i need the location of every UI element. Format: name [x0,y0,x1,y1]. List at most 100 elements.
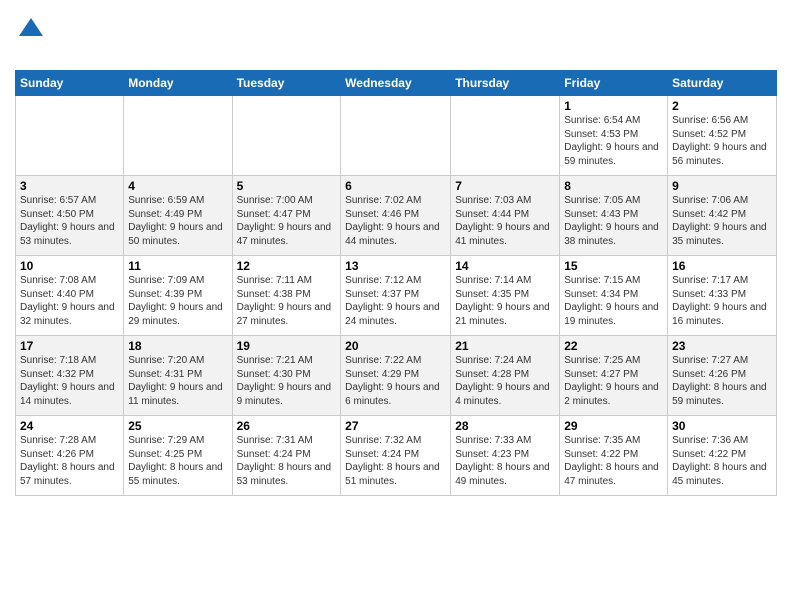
calendar-cell [341,96,451,176]
weekday-header-monday: Monday [124,71,232,96]
day-number: 12 [237,259,337,273]
day-info: Sunrise: 7:00 AM Sunset: 4:47 PM Dayligh… [237,194,337,248]
day-number: 25 [128,419,227,433]
calendar-cell: 21Sunrise: 7:24 AM Sunset: 4:28 PM Dayli… [451,336,560,416]
day-info: Sunrise: 6:57 AM Sunset: 4:50 PM Dayligh… [20,194,119,248]
calendar-week-1: 1Sunrise: 6:54 AM Sunset: 4:53 PM Daylig… [16,96,777,176]
day-number: 23 [672,339,772,353]
day-number: 1 [564,99,663,113]
weekday-header-thursday: Thursday [451,71,560,96]
calendar-cell: 17Sunrise: 7:18 AM Sunset: 4:32 PM Dayli… [16,336,124,416]
day-number: 28 [455,419,555,433]
calendar-cell: 18Sunrise: 7:20 AM Sunset: 4:31 PM Dayli… [124,336,232,416]
calendar-cell: 14Sunrise: 7:14 AM Sunset: 4:35 PM Dayli… [451,256,560,336]
day-number: 18 [128,339,227,353]
calendar-cell: 1Sunrise: 6:54 AM Sunset: 4:53 PM Daylig… [560,96,668,176]
day-info: Sunrise: 7:11 AM Sunset: 4:38 PM Dayligh… [237,274,337,328]
day-info: Sunrise: 7:08 AM Sunset: 4:40 PM Dayligh… [20,274,119,328]
day-number: 21 [455,339,555,353]
day-number: 14 [455,259,555,273]
calendar-cell: 25Sunrise: 7:29 AM Sunset: 4:25 PM Dayli… [124,416,232,496]
calendar-cell: 24Sunrise: 7:28 AM Sunset: 4:26 PM Dayli… [16,416,124,496]
calendar-cell: 23Sunrise: 7:27 AM Sunset: 4:26 PM Dayli… [668,336,777,416]
day-info: Sunrise: 7:33 AM Sunset: 4:23 PM Dayligh… [455,434,555,488]
calendar-cell [232,96,341,176]
day-info: Sunrise: 7:25 AM Sunset: 4:27 PM Dayligh… [564,354,663,408]
day-number: 26 [237,419,337,433]
day-number: 8 [564,179,663,193]
day-number: 6 [345,179,446,193]
day-number: 27 [345,419,446,433]
calendar-cell: 16Sunrise: 7:17 AM Sunset: 4:33 PM Dayli… [668,256,777,336]
day-info: Sunrise: 7:24 AM Sunset: 4:28 PM Dayligh… [455,354,555,408]
day-number: 4 [128,179,227,193]
calendar-cell: 20Sunrise: 7:22 AM Sunset: 4:29 PM Dayli… [341,336,451,416]
day-info: Sunrise: 7:02 AM Sunset: 4:46 PM Dayligh… [345,194,446,248]
day-info: Sunrise: 7:21 AM Sunset: 4:30 PM Dayligh… [237,354,337,408]
day-info: Sunrise: 7:17 AM Sunset: 4:33 PM Dayligh… [672,274,772,328]
day-info: Sunrise: 6:56 AM Sunset: 4:52 PM Dayligh… [672,114,772,168]
day-number: 16 [672,259,772,273]
calendar-cell: 22Sunrise: 7:25 AM Sunset: 4:27 PM Dayli… [560,336,668,416]
calendar-cell: 19Sunrise: 7:21 AM Sunset: 4:30 PM Dayli… [232,336,341,416]
calendar-cell: 8Sunrise: 7:05 AM Sunset: 4:43 PM Daylig… [560,176,668,256]
day-info: Sunrise: 7:20 AM Sunset: 4:31 PM Dayligh… [128,354,227,408]
calendar-cell: 11Sunrise: 7:09 AM Sunset: 4:39 PM Dayli… [124,256,232,336]
day-number: 20 [345,339,446,353]
day-info: Sunrise: 7:35 AM Sunset: 4:22 PM Dayligh… [564,434,663,488]
calendar-cell: 7Sunrise: 7:03 AM Sunset: 4:44 PM Daylig… [451,176,560,256]
day-info: Sunrise: 7:03 AM Sunset: 4:44 PM Dayligh… [455,194,555,248]
day-info: Sunrise: 7:29 AM Sunset: 4:25 PM Dayligh… [128,434,227,488]
header [15,10,777,64]
day-info: Sunrise: 7:27 AM Sunset: 4:26 PM Dayligh… [672,354,772,408]
day-number: 15 [564,259,663,273]
day-info: Sunrise: 7:31 AM Sunset: 4:24 PM Dayligh… [237,434,337,488]
day-number: 17 [20,339,119,353]
calendar-cell: 26Sunrise: 7:31 AM Sunset: 4:24 PM Dayli… [232,416,341,496]
day-number: 2 [672,99,772,113]
weekday-header-friday: Friday [560,71,668,96]
calendar-week-4: 17Sunrise: 7:18 AM Sunset: 4:32 PM Dayli… [16,336,777,416]
calendar-cell: 10Sunrise: 7:08 AM Sunset: 4:40 PM Dayli… [16,256,124,336]
day-number: 9 [672,179,772,193]
calendar-cell: 4Sunrise: 6:59 AM Sunset: 4:49 PM Daylig… [124,176,232,256]
day-number: 7 [455,179,555,193]
day-info: Sunrise: 7:18 AM Sunset: 4:32 PM Dayligh… [20,354,119,408]
calendar-table: SundayMondayTuesdayWednesdayThursdayFrid… [15,70,777,496]
day-number: 30 [672,419,772,433]
calendar-cell: 3Sunrise: 6:57 AM Sunset: 4:50 PM Daylig… [16,176,124,256]
day-info: Sunrise: 7:06 AM Sunset: 4:42 PM Dayligh… [672,194,772,248]
calendar-cell: 13Sunrise: 7:12 AM Sunset: 4:37 PM Dayli… [341,256,451,336]
day-info: Sunrise: 7:12 AM Sunset: 4:37 PM Dayligh… [345,274,446,328]
calendar-cell: 30Sunrise: 7:36 AM Sunset: 4:22 PM Dayli… [668,416,777,496]
calendar-week-3: 10Sunrise: 7:08 AM Sunset: 4:40 PM Dayli… [16,256,777,336]
day-info: Sunrise: 7:28 AM Sunset: 4:26 PM Dayligh… [20,434,119,488]
weekday-header-wednesday: Wednesday [341,71,451,96]
calendar-header-row: SundayMondayTuesdayWednesdayThursdayFrid… [16,71,777,96]
day-info: Sunrise: 6:54 AM Sunset: 4:53 PM Dayligh… [564,114,663,168]
calendar-cell: 12Sunrise: 7:11 AM Sunset: 4:38 PM Dayli… [232,256,341,336]
day-number: 19 [237,339,337,353]
day-number: 5 [237,179,337,193]
calendar-cell [451,96,560,176]
calendar-cell: 28Sunrise: 7:33 AM Sunset: 4:23 PM Dayli… [451,416,560,496]
day-number: 29 [564,419,663,433]
calendar-cell: 2Sunrise: 6:56 AM Sunset: 4:52 PM Daylig… [668,96,777,176]
weekday-header-sunday: Sunday [16,71,124,96]
day-info: Sunrise: 6:59 AM Sunset: 4:49 PM Dayligh… [128,194,227,248]
day-number: 3 [20,179,119,193]
day-info: Sunrise: 7:09 AM Sunset: 4:39 PM Dayligh… [128,274,227,328]
day-info: Sunrise: 7:22 AM Sunset: 4:29 PM Dayligh… [345,354,446,408]
day-info: Sunrise: 7:05 AM Sunset: 4:43 PM Dayligh… [564,194,663,248]
calendar-cell: 29Sunrise: 7:35 AM Sunset: 4:22 PM Dayli… [560,416,668,496]
day-info: Sunrise: 7:36 AM Sunset: 4:22 PM Dayligh… [672,434,772,488]
day-number: 13 [345,259,446,273]
calendar-cell: 6Sunrise: 7:02 AM Sunset: 4:46 PM Daylig… [341,176,451,256]
day-info: Sunrise: 7:32 AM Sunset: 4:24 PM Dayligh… [345,434,446,488]
calendar-week-5: 24Sunrise: 7:28 AM Sunset: 4:26 PM Dayli… [16,416,777,496]
weekday-header-tuesday: Tuesday [232,71,341,96]
calendar-cell: 5Sunrise: 7:00 AM Sunset: 4:47 PM Daylig… [232,176,341,256]
weekday-header-saturday: Saturday [668,71,777,96]
day-info: Sunrise: 7:15 AM Sunset: 4:34 PM Dayligh… [564,274,663,328]
calendar-cell [124,96,232,176]
